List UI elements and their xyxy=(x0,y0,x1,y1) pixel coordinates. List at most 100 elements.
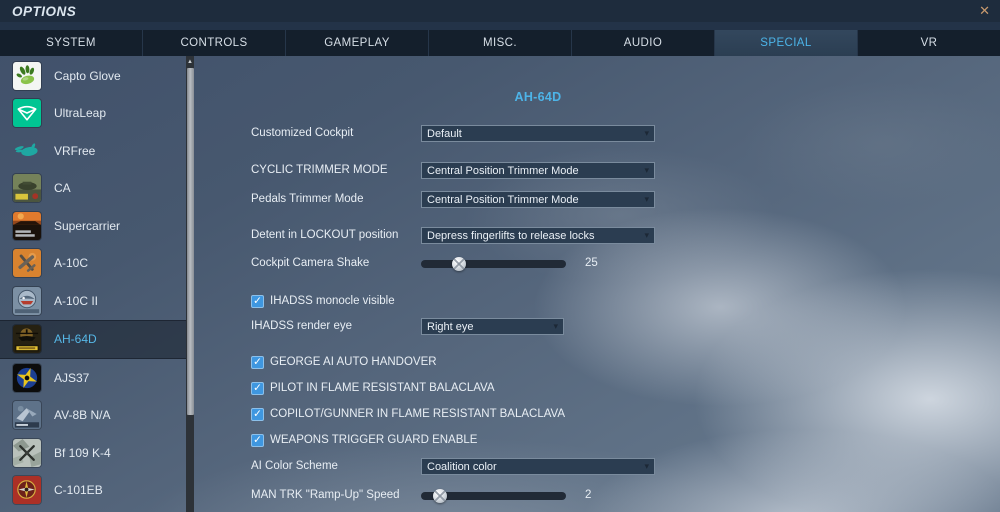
cyclic-trimmer-dropdown[interactable]: Central Position Trimmer Mode ▾ xyxy=(421,162,655,179)
trigger-guard-checkbox[interactable]: ✓ xyxy=(251,434,264,447)
checkbox-label: GEORGE AI AUTO HANDOVER xyxy=(270,356,437,368)
checkbox-label: WEAPONS TRIGGER GUARD ENABLE xyxy=(270,434,478,446)
setting-row: Detent in LOCKOUT position Depress finge… xyxy=(194,227,1000,244)
setting-row: CYCLIC TRIMMER MODE Central Position Tri… xyxy=(194,162,1000,179)
sidebar-item-label: AH-64D xyxy=(54,332,97,347)
tab-vr[interactable]: VR xyxy=(858,30,1000,56)
setting-row: ✓ IHADSS monocle visible xyxy=(194,294,1000,311)
a10c2-icon xyxy=(13,286,41,315)
checkbox-label: IHADSS monocle visible xyxy=(270,295,395,307)
setting-row: MAN TRK "Ramp-Up" Speed 2 xyxy=(194,487,1000,504)
setting-label: CYCLIC TRIMMER MODE xyxy=(251,164,388,176)
sidebar-scrollbar[interactable]: ▲ xyxy=(186,56,194,512)
sidebar-item-supercarrier[interactable]: Supercarrier xyxy=(0,207,186,245)
chevron-down-icon: ▾ xyxy=(644,165,649,175)
chevron-down-icon: ▾ xyxy=(644,194,649,204)
scrollbar-thumb[interactable] xyxy=(186,68,194,415)
setting-row: ✓ PILOT IN FLAME RESISTANT BALACLAVA xyxy=(194,381,1000,398)
ah64d-icon xyxy=(13,325,41,354)
slider-knob[interactable] xyxy=(451,256,466,271)
combined-arms-icon xyxy=(13,174,41,203)
setting-row: Customized Cockpit Default ▾ xyxy=(194,125,1000,142)
sidebar-item-label: CA xyxy=(54,181,71,196)
copilot-balaclava-checkbox[interactable]: ✓ xyxy=(251,408,264,421)
page-title: AH-64D xyxy=(514,90,562,104)
chevron-down-icon: ▾ xyxy=(644,461,649,471)
chevron-down-icon: ▾ xyxy=(644,230,649,240)
close-icon[interactable]: ✕ xyxy=(979,3,990,19)
sidebar-item-label: Bf 109 K-4 xyxy=(54,445,111,460)
options-window: OPTIONS ✕ SYSTEM CONTROLS GAMEPLAY MISC.… xyxy=(0,0,1000,512)
setting-label: Customized Cockpit xyxy=(251,127,354,139)
setting-label: Cockpit Camera Shake xyxy=(251,257,370,269)
sidebar-item-ah64d[interactable]: AH-64D xyxy=(0,319,186,359)
slider-track[interactable] xyxy=(421,260,566,268)
setting-row: Pedals Trimmer Mode Central Position Tri… xyxy=(194,191,1000,208)
tab-special[interactable]: SPECIAL xyxy=(715,30,858,56)
setting-label: Detent in LOCKOUT position xyxy=(251,229,399,241)
sidebar-item-label: Capto Glove xyxy=(54,68,121,83)
special-settings-panel: AH-64D Customized Cockpit Default ▾ CYCL… xyxy=(194,56,1000,512)
ultraleap-icon xyxy=(13,99,41,128)
sidebar-item-bf109[interactable]: Bf 109 K-4 xyxy=(0,434,186,472)
camera-shake-slider[interactable] xyxy=(421,255,566,272)
tab-misc[interactable]: MISC. xyxy=(429,30,572,56)
sidebar-item-capto-glove[interactable]: Capto Glove xyxy=(0,57,186,95)
sidebar-item-label: AV-8B N/A xyxy=(54,408,111,423)
pedals-trimmer-dropdown[interactable]: Central Position Trimmer Mode ▾ xyxy=(421,191,655,208)
slider-value: 25 xyxy=(585,257,598,269)
a10c-icon xyxy=(13,249,41,278)
c101eb-icon xyxy=(13,476,41,505)
vrfree-icon xyxy=(13,137,41,165)
setting-row: IHADSS render eye Right eye ▾ xyxy=(194,318,1000,335)
checkbox-label: PILOT IN FLAME RESISTANT BALACLAVA xyxy=(270,382,495,394)
man-trk-rampup-slider[interactable] xyxy=(421,487,566,504)
checkbox-label: COPILOT/GUNNER IN FLAME RESISTANT BALACL… xyxy=(270,408,566,420)
chevron-down-icon: ▾ xyxy=(644,128,649,138)
title-bar: OPTIONS ✕ xyxy=(0,0,1000,22)
detent-lockout-dropdown[interactable]: Depress fingerlifts to release locks ▾ xyxy=(421,227,655,244)
sidebar-item-a10c2[interactable]: A-10C II xyxy=(0,282,186,320)
sidebar-item-ultraleap[interactable]: UltraLeap xyxy=(0,95,186,133)
capto-glove-icon xyxy=(13,61,41,90)
slider-value: 2 xyxy=(585,489,592,501)
header-band xyxy=(0,22,1000,30)
sidebar-item-label: C-101EB xyxy=(54,483,103,498)
sidebar-item-c101eb[interactable]: C-101EB xyxy=(0,472,186,510)
pilot-balaclava-checkbox[interactable]: ✓ xyxy=(251,382,264,395)
chevron-down-icon: ▾ xyxy=(553,321,558,331)
slider-knob[interactable] xyxy=(432,488,447,503)
module-list: Capto Glove UltraLeap VRFree CA Supercar… xyxy=(0,57,186,509)
sidebar-item-label: A-10C II xyxy=(54,293,99,308)
sidebar-item-label: UltraLeap xyxy=(54,106,107,121)
tab-audio[interactable]: AUDIO xyxy=(572,30,715,56)
setting-label: IHADSS render eye xyxy=(251,320,352,332)
sidebar-item-label: VRFree xyxy=(54,143,96,158)
tab-system[interactable]: SYSTEM xyxy=(0,30,143,56)
setting-label: AI Color Scheme xyxy=(251,460,338,472)
customized-cockpit-dropdown[interactable]: Default ▾ xyxy=(421,125,655,142)
sidebar-item-ajs37[interactable]: AJS37 xyxy=(0,359,186,397)
scroll-up-icon[interactable]: ▲ xyxy=(186,56,194,68)
ai-color-scheme-dropdown[interactable]: Coalition color ▾ xyxy=(421,458,655,475)
tab-gameplay[interactable]: GAMEPLAY xyxy=(286,30,429,56)
window-title: OPTIONS xyxy=(12,3,77,19)
av8b-icon xyxy=(13,401,41,430)
sidebar-item-label: AJS37 xyxy=(54,370,90,385)
options-tab-bar: SYSTEM CONTROLS GAMEPLAY MISC. AUDIO SPE… xyxy=(0,30,1000,56)
ihadss-monocle-checkbox[interactable]: ✓ xyxy=(251,295,264,308)
setting-row: ✓ WEAPONS TRIGGER GUARD ENABLE xyxy=(194,433,1000,450)
sidebar-item-a10c[interactable]: A-10C xyxy=(0,245,186,283)
setting-row: Cockpit Camera Shake 25 xyxy=(194,255,1000,272)
george-ai-checkbox[interactable]: ✓ xyxy=(251,356,264,369)
ihadss-render-eye-dropdown[interactable]: Right eye ▾ xyxy=(421,318,564,335)
sidebar-item-ca[interactable]: CA xyxy=(0,170,186,208)
sidebar-item-av8b[interactable]: AV-8B N/A xyxy=(0,397,186,435)
sidebar-item-label: A-10C xyxy=(54,256,89,271)
sidebar-item-vrfree[interactable]: VRFree xyxy=(0,132,186,170)
setting-row: ✓ COPILOT/GUNNER IN FLAME RESISTANT BALA… xyxy=(194,407,1000,424)
setting-row: ✓ GEORGE AI AUTO HANDOVER xyxy=(194,355,1000,372)
tab-controls[interactable]: CONTROLS xyxy=(143,30,286,56)
supercarrier-icon xyxy=(13,211,41,240)
setting-label: MAN TRK "Ramp-Up" Speed xyxy=(251,489,400,501)
